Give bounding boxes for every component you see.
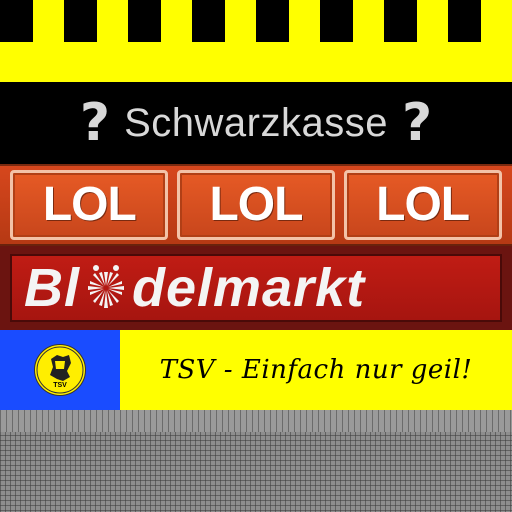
lol-sign-label: LOL	[376, 178, 470, 231]
bloedelmarkt-wordmark: Bl delmarkt	[24, 261, 365, 315]
tsv-banner: TSV TSV - Einfach nur geil!	[0, 330, 512, 410]
lol-banner: LOL LOL LOL	[0, 164, 512, 246]
metal-grid-rail	[0, 410, 512, 432]
question-mark-icon-right: ?	[401, 93, 433, 153]
tsv-logo-label: TSV	[53, 382, 67, 389]
bloedelmarkt-banner: Bl delmarkt	[0, 246, 512, 330]
bloedelmarkt-prefix: Bl	[24, 258, 80, 318]
texture-atlas: ? Schwarzkasse ? LOL LOL LOL Bl delmarkt…	[0, 0, 512, 512]
question-mark-icon-left: ?	[79, 93, 111, 153]
lol-sign: LOL	[176, 170, 335, 240]
tsv-logo-panel: TSV	[0, 330, 120, 410]
bloedelmarkt-suffix: delmarkt	[132, 258, 366, 318]
sunburst-o-icon	[88, 265, 124, 308]
lol-sign: LOL	[10, 170, 169, 240]
lol-sign-label: LOL	[209, 178, 303, 231]
yellow-black-stripe-banner	[0, 0, 512, 82]
bloedelmarkt-sign: Bl delmarkt	[10, 254, 502, 322]
stripe-row	[0, 0, 512, 42]
schwarzkasse-title: Schwarzkasse	[124, 101, 388, 145]
lol-sign: LOL	[343, 170, 502, 240]
schwarzkasse-banner: ? Schwarzkasse ?	[0, 82, 512, 164]
tsv-crest-logo: TSV	[34, 344, 86, 396]
metal-grid-texture	[0, 410, 512, 512]
lol-sign-label: LOL	[42, 178, 137, 231]
tsv-slogan: TSV - Einfach nur geil!	[159, 355, 473, 385]
